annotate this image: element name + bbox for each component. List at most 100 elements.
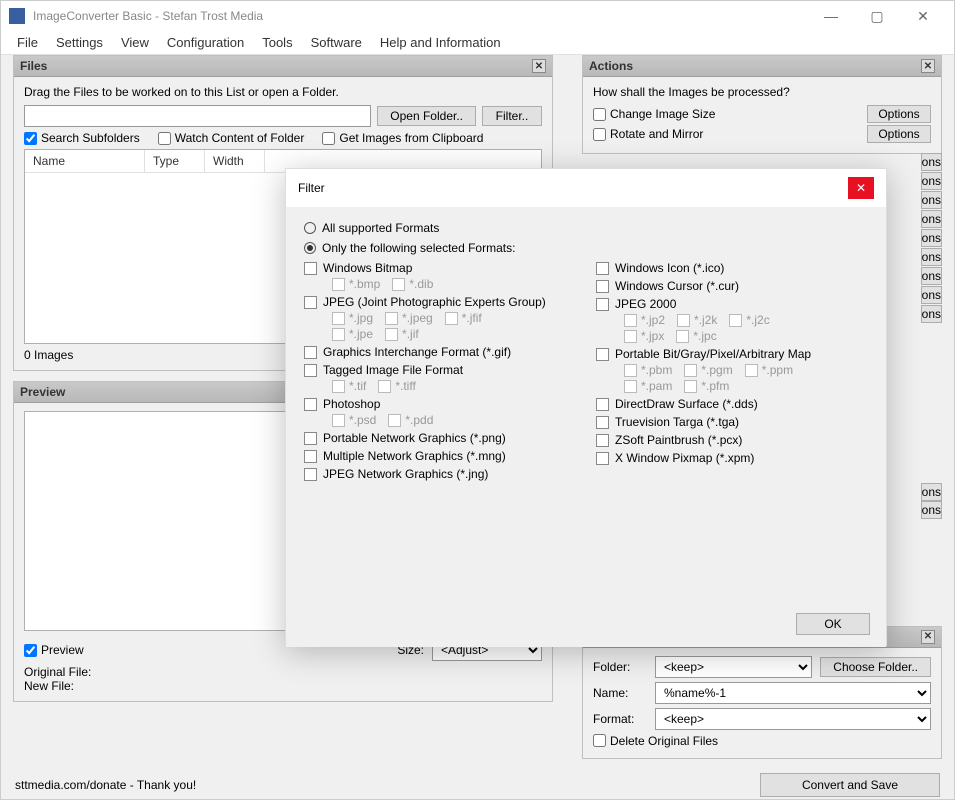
- format-label: Format:: [593, 712, 647, 726]
- ext-checkbox[interactable]: *.tif: [332, 379, 366, 393]
- ext-checkbox[interactable]: *.jif: [385, 327, 419, 341]
- format-checkbox[interactable]: Portable Bit/Gray/Pixel/Arbitrary Map: [596, 347, 868, 361]
- window-title: ImageConverter Basic - Stefan Trost Medi…: [33, 9, 808, 23]
- format-checkbox[interactable]: JPEG (Joint Photographic Experts Group): [304, 295, 576, 309]
- ext-checkbox[interactable]: *.ppm: [745, 363, 793, 377]
- options-button[interactable]: Options: [867, 125, 931, 143]
- radio-all-formats[interactable]: All supported Formats: [304, 221, 868, 235]
- ext-checkbox[interactable]: *.bmp: [332, 277, 380, 291]
- ext-checkbox[interactable]: *.tiff: [378, 379, 415, 393]
- app-window: ImageConverter Basic - Stefan Trost Medi…: [0, 0, 955, 800]
- column-name[interactable]: Name: [25, 150, 145, 172]
- ext-checkbox[interactable]: *.jpe: [332, 327, 373, 341]
- format-checkbox[interactable]: Tagged Image File Format: [304, 363, 576, 377]
- ext-checkbox[interactable]: *.jpx: [624, 329, 664, 343]
- format-checkbox[interactable]: Graphics Interchange Format (*.gif): [304, 345, 576, 359]
- ext-checkbox[interactable]: *.jp2: [624, 313, 665, 327]
- format-checkbox[interactable]: JPEG Network Graphics (*.jng): [304, 467, 576, 481]
- format-select[interactable]: <keep>: [655, 708, 931, 730]
- ext-checkbox[interactable]: *.jpeg: [385, 311, 433, 325]
- folder-select[interactable]: <keep>: [655, 656, 812, 678]
- open-folder-button[interactable]: Open Folder..: [377, 106, 476, 126]
- ext-checkbox[interactable]: *.jpc: [676, 329, 716, 343]
- menu-settings[interactable]: Settings: [56, 35, 103, 50]
- partial-options-button[interactable]: ons: [921, 267, 942, 285]
- menu-configuration[interactable]: Configuration: [167, 35, 244, 50]
- name-label: Name:: [593, 686, 647, 700]
- partial-options-button-a[interactable]: ons: [921, 483, 942, 501]
- menu-software[interactable]: Software: [311, 35, 362, 50]
- format-checkbox[interactable]: Windows Icon (*.ico): [596, 261, 868, 275]
- files-panel-close-icon[interactable]: ✕: [532, 59, 546, 73]
- partial-options-button[interactable]: ons: [921, 172, 942, 190]
- delete-originals-checkbox[interactable]: Delete Original Files: [593, 734, 718, 748]
- ext-checkbox[interactable]: *.pgm: [684, 363, 732, 377]
- format-checkbox[interactable]: X Window Pixmap (*.xpm): [596, 451, 868, 465]
- format-checkbox[interactable]: Truevision Targa (*.tga): [596, 415, 868, 429]
- options-button[interactable]: Options: [867, 105, 931, 123]
- new-file-label: New File:: [24, 679, 542, 693]
- menu-tools[interactable]: Tools: [262, 35, 292, 50]
- ext-checkbox[interactable]: *.dib: [392, 277, 433, 291]
- clipboard-checkbox[interactable]: Get Images from Clipboard: [322, 131, 483, 145]
- saving-panel-close-icon[interactable]: ✕: [921, 630, 935, 644]
- format-checkbox[interactable]: Multiple Network Graphics (*.mng): [304, 449, 576, 463]
- app-icon: [9, 8, 25, 24]
- actions-question: How shall the Images be processed?: [593, 85, 931, 99]
- watch-content-checkbox[interactable]: Watch Content of Folder: [158, 131, 305, 145]
- ext-checkbox[interactable]: *.psd: [332, 413, 376, 427]
- ext-checkbox[interactable]: *.pfm: [684, 379, 729, 393]
- partial-options-button[interactable]: ons: [921, 191, 942, 209]
- search-subfolders-checkbox[interactable]: Search Subfolders: [24, 131, 140, 145]
- folder-path-input[interactable]: [24, 105, 371, 127]
- menu-view[interactable]: View: [121, 35, 149, 50]
- format-checkbox[interactable]: Photoshop: [304, 397, 576, 411]
- minimize-button[interactable]: —: [808, 1, 854, 31]
- partial-options-button[interactable]: ons: [921, 210, 942, 228]
- files-panel-title: Files: [20, 59, 47, 73]
- menu-file[interactable]: File: [17, 35, 38, 50]
- choose-folder-button[interactable]: Choose Folder..: [820, 657, 931, 677]
- ext-checkbox[interactable]: *.pdd: [388, 413, 433, 427]
- name-select[interactable]: %name%-1: [655, 682, 931, 704]
- partial-options-button-b[interactable]: ons: [921, 501, 942, 519]
- actions-panel-title: Actions: [589, 59, 633, 73]
- close-button[interactable]: ✕: [900, 1, 946, 31]
- preview-panel-title: Preview: [20, 385, 65, 399]
- drag-label: Drag the Files to be worked on to this L…: [24, 85, 542, 99]
- partial-options-button[interactable]: ons: [921, 153, 942, 171]
- ext-checkbox[interactable]: *.jpg: [332, 311, 373, 325]
- ext-checkbox[interactable]: *.jfif: [445, 311, 482, 325]
- ext-checkbox[interactable]: *.pam: [624, 379, 672, 393]
- format-checkbox[interactable]: Windows Cursor (*.cur): [596, 279, 868, 293]
- filter-dialog-close-button[interactable]: ✕: [848, 177, 874, 199]
- actions-panel-close-icon[interactable]: ✕: [921, 59, 935, 73]
- titlebar: ImageConverter Basic - Stefan Trost Medi…: [1, 1, 954, 31]
- format-checkbox[interactable]: DirectDraw Surface (*.dds): [596, 397, 868, 411]
- actions-panel: Actions ✕ How shall the Images be proces…: [582, 55, 942, 154]
- preview-checkbox[interactable]: Preview: [24, 643, 84, 657]
- format-checkbox[interactable]: JPEG 2000: [596, 297, 868, 311]
- partial-options-button[interactable]: ons: [921, 248, 942, 266]
- menu-help-and-information[interactable]: Help and Information: [380, 35, 501, 50]
- format-checkbox[interactable]: Windows Bitmap: [304, 261, 576, 275]
- original-file-label: Original File:: [24, 665, 542, 679]
- filter-button[interactable]: Filter..: [482, 106, 542, 126]
- partial-options-button[interactable]: ons: [921, 305, 942, 323]
- footer: sttmedia.com/donate - Thank you! Convert…: [1, 771, 954, 799]
- radio-selected-formats[interactable]: Only the following selected Formats:: [304, 241, 868, 255]
- format-checkbox[interactable]: ZSoft Paintbrush (*.pcx): [596, 433, 868, 447]
- maximize-button[interactable]: ▢: [854, 1, 900, 31]
- action-checkbox[interactable]: Rotate and Mirror: [593, 127, 703, 141]
- partial-options-button[interactable]: ons: [921, 229, 942, 247]
- format-checkbox[interactable]: Portable Network Graphics (*.png): [304, 431, 576, 445]
- column-width[interactable]: Width: [205, 150, 265, 172]
- partial-options-button[interactable]: ons: [921, 286, 942, 304]
- ext-checkbox[interactable]: *.j2k: [677, 313, 717, 327]
- filter-ok-button[interactable]: OK: [796, 613, 870, 635]
- ext-checkbox[interactable]: *.j2c: [729, 313, 769, 327]
- action-checkbox[interactable]: Change Image Size: [593, 107, 715, 121]
- convert-save-button[interactable]: Convert and Save: [760, 773, 940, 797]
- column-type[interactable]: Type: [145, 150, 205, 172]
- ext-checkbox[interactable]: *.pbm: [624, 363, 672, 377]
